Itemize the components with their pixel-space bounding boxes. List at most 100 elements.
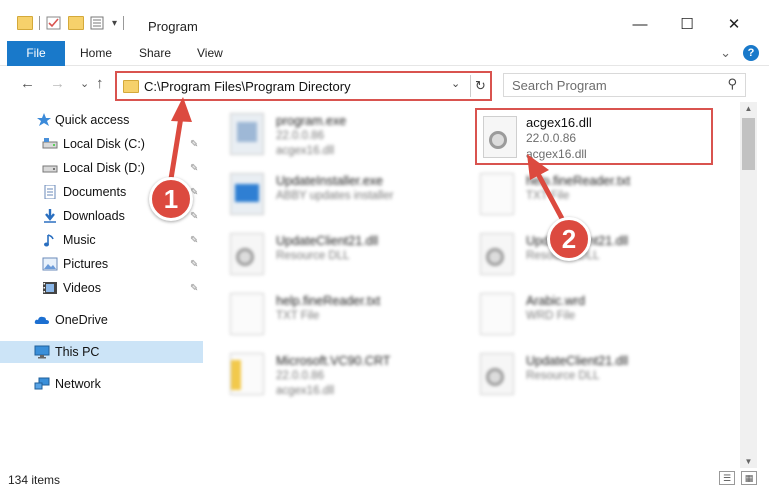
sidebar-item-music[interactable]: Music ✎ xyxy=(0,229,203,251)
highlighted-file-item[interactable]: acgex16.dll 22.0.0.86 acgex16.dll xyxy=(475,108,713,165)
pin-icon[interactable]: ✎ xyxy=(190,163,198,174)
file-name: acgex16.dll xyxy=(526,115,592,130)
exe-icon xyxy=(230,113,264,155)
search-icon[interactable]: ⚲ xyxy=(727,76,737,92)
pin-icon[interactable]: ✎ xyxy=(190,283,198,294)
text-file-icon xyxy=(480,293,514,335)
sidebar-item-label: Pictures xyxy=(63,257,109,271)
sidebar-item-network[interactable]: Network xyxy=(0,373,203,395)
vertical-scrollbar[interactable]: ▲ ▼ xyxy=(740,102,757,468)
file-item[interactable]: Arabic.wrd WRD File xyxy=(462,285,702,343)
quick-access-toolbar: ▾ xyxy=(17,16,125,30)
folder-icon[interactable] xyxy=(17,16,33,30)
drive-icon xyxy=(42,138,58,149)
sidebar-item-label: Local Disk (D:) xyxy=(63,161,145,175)
pictures-icon xyxy=(42,257,58,271)
details-view-icon[interactable]: ☰ xyxy=(719,471,735,485)
file-item[interactable]: program.exe 22.0.0.86 acgex16.dll xyxy=(212,105,452,163)
sidebar-item-label: Quick access xyxy=(55,113,130,127)
file-item[interactable]: help.fineReader.txt TXT File xyxy=(462,165,702,223)
large-icons-view-icon[interactable]: ▦ xyxy=(741,471,757,485)
installer-icon xyxy=(230,173,264,215)
videos-icon xyxy=(43,282,57,294)
sidebar-item-label: Downloads xyxy=(63,209,125,223)
new-folder-icon[interactable] xyxy=(68,16,84,30)
sidebar-item-label: Music xyxy=(63,233,96,247)
file-version: 22.0.0.86 xyxy=(276,370,324,382)
item-count: 134 items xyxy=(8,473,61,487)
tab-view[interactable]: View xyxy=(197,41,223,66)
refresh-button[interactable]: ↻ xyxy=(470,75,490,97)
file-name: help.fineReader.txt xyxy=(276,294,381,308)
step-2-badge: 2 xyxy=(547,217,591,261)
text-file-icon xyxy=(230,293,264,335)
sidebar-item-this-pc[interactable]: This PC xyxy=(0,341,203,363)
tab-share[interactable]: Share xyxy=(139,41,171,66)
documents-icon xyxy=(44,185,56,199)
onedrive-icon xyxy=(34,316,49,324)
file-item[interactable]: Microsoft.VC90.CRT 22.0.0.86 acgex16.dll xyxy=(212,345,452,403)
status-bar: 134 items ☰ ▦ xyxy=(0,468,769,502)
sidebar-item-label: OneDrive xyxy=(55,313,108,327)
sidebar-item-label: This PC xyxy=(55,345,100,359)
address-path[interactable]: C:\Program Files\Program Directory xyxy=(144,79,351,94)
help-icon[interactable]: ? xyxy=(743,45,759,61)
qat-dropdown-icon[interactable]: ▾ xyxy=(112,18,117,29)
minimize-button[interactable]: — xyxy=(617,12,663,42)
navigation-bar: ← → ⌄ ↑ C:\Program Files\Program Directo… xyxy=(0,66,769,102)
file-type: Resource DLL xyxy=(526,370,600,382)
up-button[interactable]: ↑ xyxy=(96,75,104,92)
text-file-icon xyxy=(480,173,514,215)
forward-button[interactable]: → xyxy=(50,75,65,92)
file-name: UpdateClient21.dll xyxy=(526,354,629,368)
scrollbar-thumb[interactable] xyxy=(742,118,755,170)
file-name: Arabic.wrd xyxy=(526,294,586,308)
close-button[interactable]: ✕ xyxy=(711,12,757,42)
file-item[interactable]: UpdateInstaller.exe ABBY updates install… xyxy=(212,165,452,223)
this-pc-icon xyxy=(34,345,50,359)
scroll-down-icon[interactable]: ▼ xyxy=(740,457,757,466)
file-item[interactable]: UpdateClient21.dll Resource DLL xyxy=(462,345,702,403)
pin-icon[interactable]: ✎ xyxy=(190,211,198,222)
tab-home[interactable]: Home xyxy=(80,41,112,66)
sidebar-item-pictures[interactable]: Pictures ✎ xyxy=(0,253,203,275)
pin-icon[interactable]: ✎ xyxy=(190,235,198,246)
file-type: ABBY updates installer xyxy=(276,190,394,202)
drive-icon xyxy=(42,165,58,173)
search-placeholder: Search Program xyxy=(512,78,607,93)
address-dropdown-icon[interactable]: ⌄ xyxy=(451,77,460,90)
sidebar-item-quick-access[interactable]: Quick access xyxy=(0,109,203,131)
sidebar-item-local-disk-c[interactable]: Local Disk (C:) ✎ xyxy=(0,133,203,155)
search-input[interactable]: Search Program ⚲ xyxy=(503,73,746,97)
network-icon xyxy=(34,377,50,390)
recent-locations-button[interactable]: ⌄ xyxy=(80,77,89,90)
folder-file-icon xyxy=(230,353,264,395)
scroll-up-icon[interactable]: ▲ xyxy=(740,104,757,113)
sidebar-item-onedrive[interactable]: OneDrive xyxy=(0,309,203,331)
downloads-icon xyxy=(44,209,56,223)
file-version: 22.0.0.86 xyxy=(526,131,577,145)
address-bar[interactable]: C:\Program Files\Program Directory ⌄ ↻ xyxy=(115,71,492,101)
file-item[interactable]: UpdateClient21.dll Resource DLL xyxy=(212,225,452,283)
customize-view-icon[interactable] xyxy=(90,16,106,30)
dll-icon xyxy=(230,233,264,275)
back-button[interactable]: ← xyxy=(20,75,35,92)
expand-ribbon-icon[interactable]: ⌄ xyxy=(720,45,731,61)
pin-icon[interactable]: ✎ xyxy=(190,259,198,270)
sidebar-item-label: Local Disk (C:) xyxy=(63,137,145,151)
file-item[interactable]: help.fineReader.txt TXT File xyxy=(212,285,452,343)
file-name: program.exe xyxy=(276,114,347,128)
sidebar-item-videos[interactable]: Videos ✎ xyxy=(0,277,203,299)
separator xyxy=(123,16,125,30)
maximize-button[interactable]: ☐ xyxy=(664,12,710,42)
tab-file[interactable]: File xyxy=(7,41,65,66)
title-bar: ▾ Program — ☐ ✕ xyxy=(0,0,769,41)
file-name: help.fineReader.txt xyxy=(526,174,631,188)
dll-icon xyxy=(480,353,514,395)
navigation-pane: Quick access Local Disk (C:) ✎ Local Dis… xyxy=(0,102,210,468)
separator xyxy=(39,16,40,30)
sidebar-item-local-disk-d[interactable]: Local Disk (D:) ✎ xyxy=(0,157,203,179)
star-icon xyxy=(37,113,51,126)
properties-icon[interactable] xyxy=(46,16,62,30)
pin-icon[interactable]: ✎ xyxy=(190,139,198,150)
